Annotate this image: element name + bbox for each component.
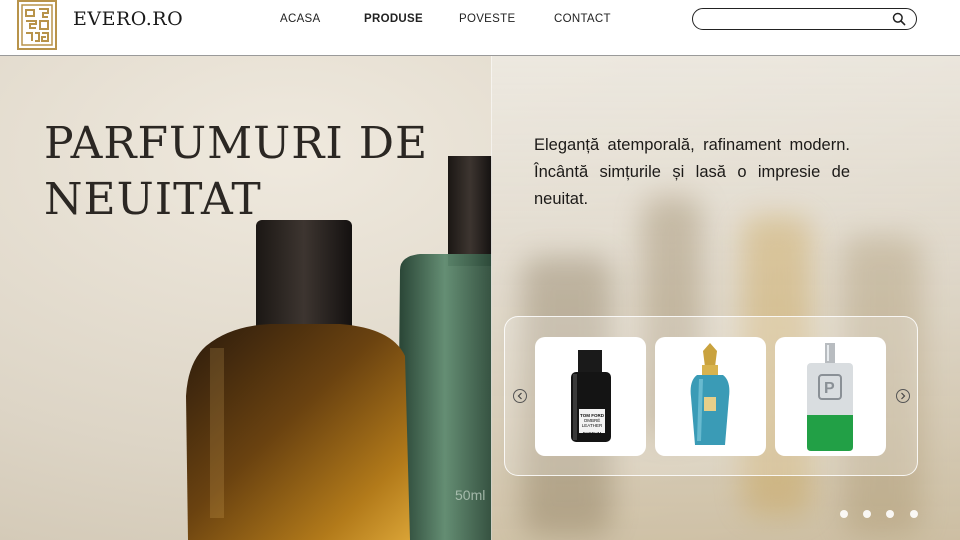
chevron-left-icon (517, 392, 522, 400)
nav-item-poveste[interactable]: POVESTE (459, 13, 515, 25)
search-box[interactable] (692, 8, 917, 30)
chevron-right-icon (901, 392, 906, 400)
blue-perfume-bottle-icon (690, 343, 730, 445)
hero-title: PARFUMURI DE NEUITAT (44, 116, 428, 228)
product-sub-label: OMBRÉ LEATHER (581, 418, 603, 428)
svg-text:50ml: 50ml (455, 487, 485, 503)
carousel-prev-button[interactable] (513, 389, 527, 403)
pagination-dot-1[interactable] (840, 510, 848, 518)
pagination-dot-3[interactable] (886, 510, 894, 518)
product-card-xerjoff[interactable] (655, 337, 766, 456)
nav-item-acasa[interactable]: ACASA (280, 13, 321, 25)
pagination-dot-4[interactable] (910, 510, 918, 518)
search-icon[interactable] (892, 12, 906, 26)
product-card-paco-rabanne[interactable]: P (775, 337, 886, 456)
black-perfume-bottle-icon (571, 350, 611, 442)
hero-title-line1: PARFUMURI DE (44, 118, 429, 169)
hero-tagline: Eleganță atemporală, rafinament modern. … (534, 136, 850, 208)
nav-item-contact[interactable]: CONTACT (554, 13, 611, 25)
green-perfume-bottle-icon: P (807, 343, 853, 451)
search-input[interactable] (703, 11, 887, 27)
product-card-tom-ford[interactable]: TOM FORD OMBRÉ LEATHER PARFUM (535, 337, 646, 456)
carousel-next-button[interactable] (896, 389, 910, 403)
pagination-dot-2[interactable] (863, 510, 871, 518)
hero-title-line2: NEUITAT (44, 174, 262, 225)
product-carousel: TOM FORD OMBRÉ LEATHER PARFUM P (504, 316, 918, 476)
hero-section: 50ml PARFUMURI DE NEUITAT Eleganță atemp… (0, 56, 960, 540)
svg-text:P: P (824, 380, 835, 397)
product-type-label: PARFUM (582, 431, 602, 436)
site-header: EVERO.RO ACASA PRODUSE POVESTE CONTACT (0, 0, 960, 56)
nav-item-produse[interactable]: PRODUSE (364, 13, 423, 25)
evero-logo-icon[interactable] (17, 0, 57, 50)
brand-name[interactable]: EVERO.RO (73, 8, 183, 30)
